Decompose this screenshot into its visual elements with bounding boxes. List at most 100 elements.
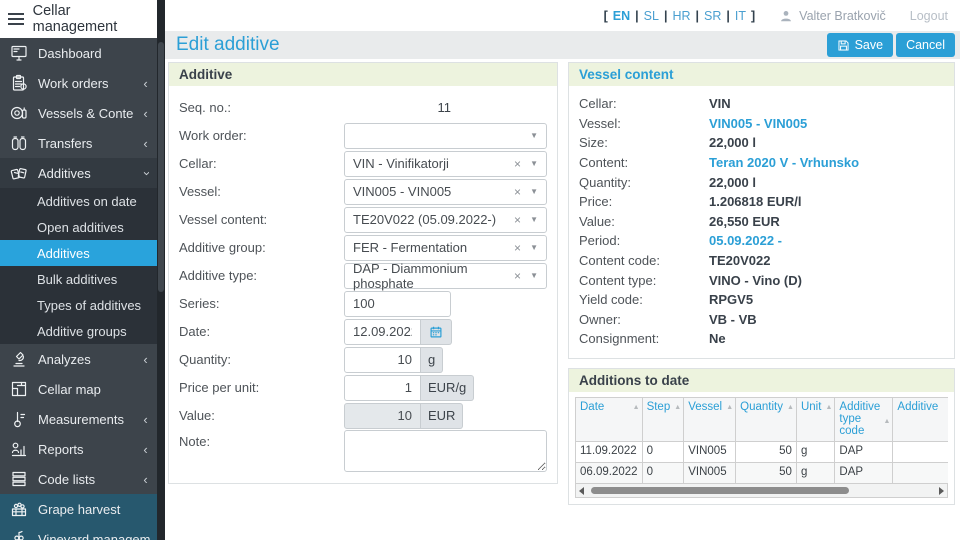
vessel-link[interactable]: VIN005 - VIN005 <box>709 116 807 131</box>
sidebar-item-work-orders[interactable]: Work orders ‹ <box>0 68 157 98</box>
detail-label: Vessel: <box>579 115 621 131</box>
sub-item-label: Additives on date <box>37 193 137 209</box>
sidebar-item-open-additives[interactable]: Open additives <box>0 214 157 240</box>
select-value: VIN - Vinifikatorji <box>353 156 449 171</box>
additive-type-select[interactable]: DAP - Diammonium phosphate × ▼ <box>344 261 547 291</box>
cell-vessel: VIN005 <box>683 461 737 484</box>
cancel-button[interactable]: Cancel <box>896 33 955 57</box>
table-row[interactable]: 11.09.2022 0 VIN005 50 g DAP <box>575 440 948 463</box>
detail-label: Cellar: <box>579 96 617 112</box>
column-header-step[interactable]: Step ▲ <box>641 396 685 442</box>
sort-asc-icon: ▲ <box>632 403 640 411</box>
sidebar-item-analyzes[interactable]: Analyzes ‹ <box>0 344 157 374</box>
caret-down-icon[interactable]: ▼ <box>530 187 538 196</box>
content-link[interactable]: Teran 2020 V - Vrhunsko <box>709 155 859 170</box>
cellar-map-icon <box>7 379 30 399</box>
column-header-additive-type-code[interactable]: Additive type code ▲ <box>834 396 894 442</box>
column-header-vessel[interactable]: Vessel ▲ <box>683 396 737 442</box>
sidebar-scrollbar[interactable] <box>157 0 165 540</box>
language-link-sr[interactable]: SR <box>704 9 721 23</box>
cell-additive-type-code: DAP <box>834 461 894 484</box>
caret-down-icon[interactable]: ▼ <box>530 159 538 168</box>
cell-step: 0 <box>641 461 685 484</box>
caret-down-icon[interactable]: ▼ <box>530 131 538 140</box>
language-link-hr[interactable]: HR <box>672 9 690 23</box>
additions-table: Date ▲ Step ▲ Vessel ▲ Quantity ▲ Unit ▲ Addi… <box>575 396 948 484</box>
sidebar-item-bulk-additives[interactable]: Bulk additives <box>0 266 157 292</box>
language-switcher: [ EN | SL | HR | SR | IT ] <box>604 9 756 23</box>
series-input[interactable] <box>344 290 451 317</box>
clear-icon[interactable]: × <box>514 185 521 199</box>
detail-label: Price: <box>579 194 613 210</box>
chevron-left-icon: ‹ <box>143 105 148 121</box>
logout-link[interactable]: Logout <box>910 9 948 23</box>
detail-row-value: Value: 26,550 EUR <box>579 212 944 232</box>
sidebar-item-types-of-additives[interactable]: Types of additives <box>0 292 157 318</box>
language-link-sl[interactable]: SL <box>644 9 659 23</box>
scroll-left-arrow-icon[interactable] <box>579 486 584 495</box>
scroll-right-arrow-icon[interactable] <box>939 486 944 495</box>
clear-icon[interactable]: × <box>514 213 521 227</box>
sidebar-item-vineyard-management[interactable]: Vineyard management <box>0 524 157 540</box>
user-icon <box>781 10 792 21</box>
vessel-content-panel-title: Vessel content <box>569 63 954 86</box>
menu-icon[interactable] <box>8 13 24 25</box>
additive-group-select[interactable]: FER - Fermentation × ▼ <box>344 234 547 261</box>
additives-submenu: Additives on date Open additives Additiv… <box>0 188 157 344</box>
cellar-select[interactable]: VIN - Vinifikatorji × ▼ <box>344 150 547 177</box>
clear-icon[interactable]: × <box>514 269 521 283</box>
calendar-button[interactable] <box>421 318 452 345</box>
caret-down-icon[interactable]: ▼ <box>530 271 538 280</box>
sidebar-item-additives-on-date[interactable]: Additives on date <box>0 188 157 214</box>
quantity-input[interactable] <box>344 346 421 373</box>
sidebar-item-vessels-contents[interactable]: Vessels & Contents ‹ <box>0 98 157 128</box>
sidebar-scrollbar-thumb[interactable] <box>158 42 164 292</box>
language-link-it[interactable]: IT <box>735 9 746 23</box>
vessel-select[interactable]: VIN005 - VIN005 × ▼ <box>344 178 547 205</box>
date-input[interactable] <box>344 318 421 345</box>
caret-down-icon[interactable]: ▼ <box>530 243 538 252</box>
additions-table-viewport: Date ▲ Step ▲ Vessel ▲ Quantity ▲ Unit ▲ Addi… <box>575 396 948 484</box>
sidebar-item-dashboard[interactable]: Dashboard <box>0 38 157 68</box>
detail-row-content: Content: Teran 2020 V - Vrhunsko <box>579 153 944 173</box>
detail-label: Consignment: <box>579 331 660 347</box>
sidebar-item-additives[interactable]: Additives ‹ <box>0 158 157 188</box>
seq-no-value: 11 <box>437 100 452 115</box>
sub-item-label: Types of additives <box>37 297 142 313</box>
sidebar-item-additives-list[interactable]: Additives <box>0 240 157 266</box>
sidebar-item-label: Grape harvest <box>38 501 121 517</box>
select-value: FER - Fermentation <box>353 240 468 255</box>
sidebar-item-code-lists[interactable]: Code lists ‹ <box>0 464 157 494</box>
sidebar-item-grape-harvest[interactable]: Grape harvest <box>0 494 157 524</box>
app-header: Cellar management <box>0 0 157 38</box>
sidebar-item-transfers[interactable]: Transfers ‹ <box>0 128 157 158</box>
additions-panel: Additions to date Date▲ Step▲ Vessel▲ <box>568 367 955 505</box>
clear-icon[interactable]: × <box>514 157 521 171</box>
column-header-additive[interactable]: Additive <box>892 396 948 442</box>
additive-panel-title: Additive <box>169 63 557 86</box>
vessel-content-select[interactable]: TE20V022 (05.09.2022-) × ▼ <box>344 206 547 233</box>
vessel-content-details: Cellar: VIN Vessel: VIN005 - VIN005 Size: 2… <box>569 86 954 358</box>
horizontal-scrollbar[interactable] <box>575 483 948 498</box>
detail-value: VINO - Vino (D) <box>709 272 802 288</box>
measurements-icon <box>7 409 30 429</box>
vessels-icon <box>7 103 30 123</box>
price-per-unit-input[interactable] <box>344 374 421 401</box>
column-header-unit[interactable]: Unit ▲ <box>795 396 836 442</box>
select-value: VIN005 - VIN005 <box>353 184 452 199</box>
save-button[interactable]: Save <box>826 33 894 57</box>
table-row[interactable]: 06.09.2022 0 VIN005 50 g DAP <box>575 461 948 484</box>
sidebar-item-measurements[interactable]: Measurements ‹ <box>0 404 157 434</box>
note-textarea[interactable] <box>344 430 547 472</box>
scrollbar-thumb[interactable] <box>591 486 849 494</box>
sidebar-item-reports[interactable]: Reports ‹ <box>0 434 157 464</box>
caret-down-icon[interactable]: ▼ <box>530 215 538 224</box>
work-order-select[interactable]: ▼ <box>344 122 547 149</box>
column-header-date[interactable]: Date ▲ <box>575 396 643 442</box>
column-header-quantity[interactable]: Quantity ▲ <box>735 396 797 442</box>
sidebar-item-additive-groups[interactable]: Additive groups <box>0 318 157 344</box>
clear-icon[interactable]: × <box>514 241 521 255</box>
sidebar-item-cellar-map[interactable]: Cellar map <box>0 374 157 404</box>
language-link-en[interactable]: EN <box>613 9 630 23</box>
period-link[interactable]: 05.09.2022 - <box>709 233 782 248</box>
